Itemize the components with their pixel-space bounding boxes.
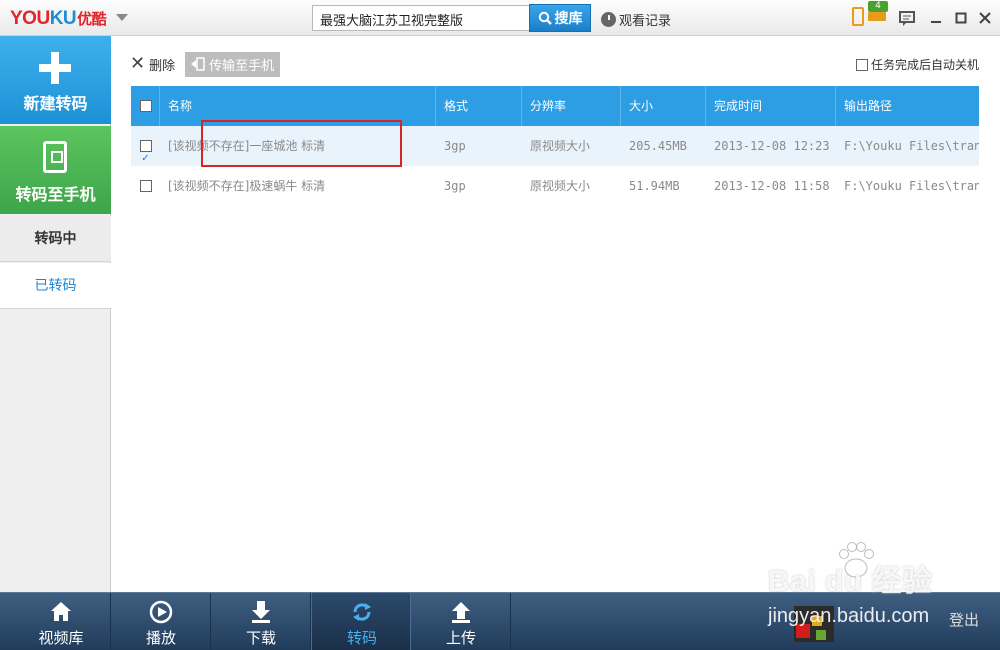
delete-x-icon: ✕: [130, 53, 146, 74]
header-output-path[interactable]: 输出路径: [836, 86, 979, 126]
row-checkbox-cell[interactable]: [131, 126, 160, 166]
row-time: 2013-12-08 12:23: [714, 139, 830, 153]
row-resolution: 原视频大小: [530, 179, 591, 193]
logo-cn-text: 优酷: [77, 11, 107, 28]
message-icon[interactable]: [898, 9, 916, 27]
transfer-icon: [191, 57, 205, 71]
nav-library[interactable]: 视频库: [11, 593, 111, 650]
nav-transcode-label: 转码: [346, 629, 377, 647]
download-icon: [252, 601, 270, 623]
search-button[interactable]: 搜库: [529, 4, 591, 32]
toolbar: ✕ 删除 传输至手机: [130, 51, 281, 77]
minimize-icon[interactable]: [927, 9, 945, 27]
usb-icon[interactable]: [868, 12, 886, 21]
delete-button[interactable]: ✕ 删除: [130, 55, 175, 74]
row-resolution: 原视频大小: [530, 139, 591, 153]
search-icon: [538, 11, 552, 25]
watch-history-label: 观看记录: [619, 14, 672, 29]
refresh-icon: [353, 603, 371, 621]
row-size: 51.94MB: [629, 179, 680, 193]
header-resolution[interactable]: 分辨率: [522, 86, 621, 126]
row-path: F:\Youku Files\trans: [844, 179, 979, 193]
nav-upload-label: 上传: [445, 629, 476, 647]
row-time: 2013-12-08 11:58: [714, 179, 830, 193]
youku-logo[interactable]: YOUKU优酷: [10, 8, 107, 30]
nav-download-label: 下载: [245, 629, 276, 647]
row-name: [该视频不存在]极速蜗牛 标清: [168, 179, 326, 193]
nav-download[interactable]: 下载: [211, 593, 311, 650]
new-transcode-label: 新建转码: [23, 94, 88, 113]
watermark-brand: Bai du 经验: [768, 565, 933, 598]
transfer-label: 传输至手机: [209, 58, 275, 74]
maximize-icon[interactable]: [952, 9, 970, 27]
auto-shutdown-label: 任务完成后自动关机: [870, 58, 979, 72]
nav-transcode[interactable]: 转码: [311, 593, 411, 650]
auto-shutdown-option[interactable]: 任务完成后自动关机: [855, 56, 979, 73]
phone-device-icon[interactable]: [852, 7, 864, 26]
house-icon: [51, 602, 71, 621]
nav-play-label: 播放: [145, 629, 176, 647]
row-checkbox[interactable]: [140, 180, 152, 192]
title-bar: YOUKU优酷 最强大脑江苏卫视完整版 搜库 观看记录 4: [0, 0, 1000, 36]
header-completed-time[interactable]: 完成时间: [706, 86, 836, 126]
upload-icon: [452, 602, 470, 623]
clock-icon: [601, 12, 616, 27]
plus-icon: [39, 52, 71, 84]
nav-upload[interactable]: 上传: [411, 593, 511, 650]
tab-converted[interactable]: 已转码: [0, 263, 112, 309]
device-count-badge: 4: [868, 1, 888, 12]
search-button-label: 搜库: [554, 11, 583, 27]
logo-ku-text: KU: [49, 8, 77, 29]
header-format[interactable]: 格式: [436, 86, 522, 126]
row-checkbox[interactable]: [140, 138, 152, 166]
play-icon: [149, 600, 173, 624]
row-path: F:\Youku Files\trans: [844, 139, 979, 153]
row-format: 3gp: [444, 139, 466, 153]
select-all-checkbox[interactable]: [140, 100, 152, 112]
table-row[interactable]: [该视频不存在]极速蜗牛 标清 3gp 原视频大小 51.94MB 2013-1…: [131, 166, 979, 206]
nav-play[interactable]: 播放: [111, 593, 211, 650]
select-all-cell[interactable]: [131, 86, 160, 126]
annotation-highlight-box: [201, 120, 402, 167]
logo-you-text: YOU: [10, 8, 50, 29]
auto-shutdown-checkbox[interactable]: [855, 58, 868, 71]
nav-library-label: 视频库: [38, 629, 84, 647]
row-format: 3gp: [444, 179, 466, 193]
chevron-down-icon[interactable]: [116, 14, 128, 21]
transcode-to-phone-label: 转码至手机: [15, 185, 96, 204]
row-checkbox-cell[interactable]: [131, 166, 160, 206]
header-size[interactable]: 大小: [621, 86, 706, 126]
search-input[interactable]: 最强大脑江苏卫视完整版: [312, 5, 530, 31]
close-icon[interactable]: [976, 9, 994, 27]
row-size: 205.45MB: [629, 139, 687, 153]
sidebar: 新建转码 转码至手机 转码中 已转码: [0, 36, 112, 592]
delete-label: 删除: [149, 58, 176, 74]
transcode-to-phone-button[interactable]: 转码至手机: [0, 126, 111, 214]
phone-transfer-icon: [43, 141, 67, 173]
logout-link[interactable]: 登出: [949, 609, 979, 630]
transfer-to-phone-button[interactable]: 传输至手机: [185, 51, 281, 77]
watermark-url: jingyan.baidu.com: [768, 605, 930, 627]
tab-converting[interactable]: 转码中: [0, 216, 111, 262]
watch-history-button[interactable]: 观看记录: [601, 10, 671, 29]
new-transcode-button[interactable]: 新建转码: [0, 36, 111, 124]
